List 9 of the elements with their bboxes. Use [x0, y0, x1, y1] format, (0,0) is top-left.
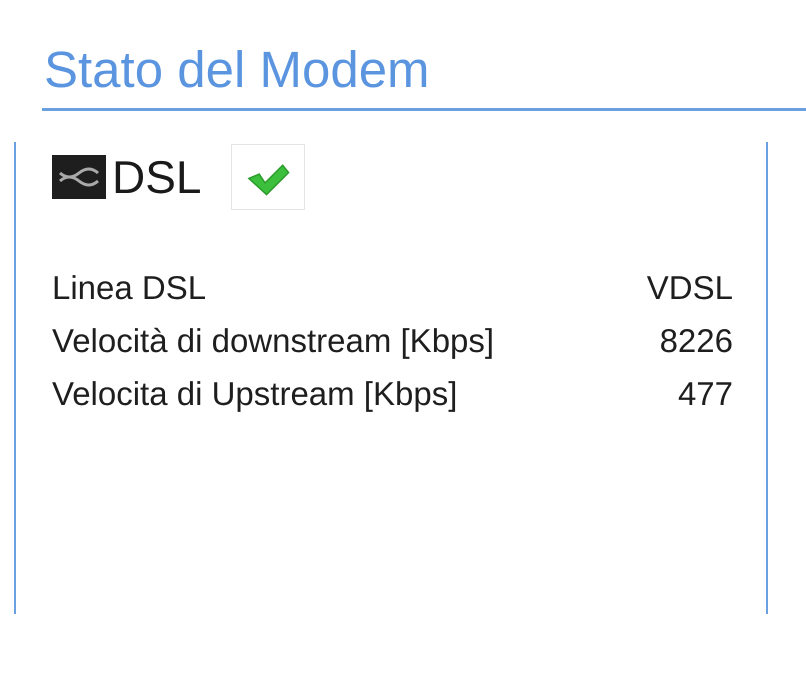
- row-value: 8226: [658, 321, 733, 361]
- row-label: Velocità di downstream [Kbps]: [52, 321, 494, 361]
- row-label: Velocita di Upstream [Kbps]: [52, 374, 458, 414]
- row-value: 477: [676, 374, 733, 414]
- section-name: DSL: [112, 150, 202, 204]
- page-title: Stato del Modem: [43, 40, 431, 100]
- cable-icon: [52, 155, 106, 199]
- row-value: VDSL: [646, 268, 733, 308]
- row-label: Linea DSL: [52, 268, 208, 308]
